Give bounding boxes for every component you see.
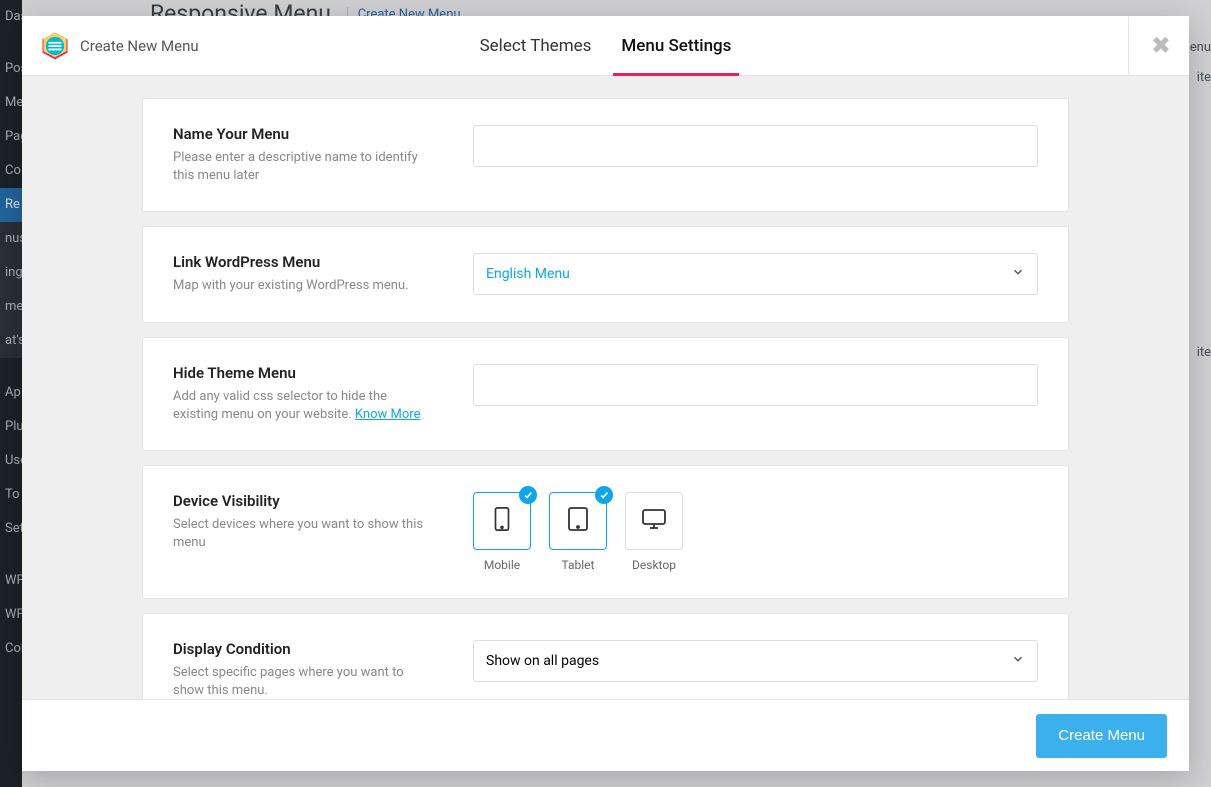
- section-link-wp-menu: Link WordPress Menu Map with your existi…: [142, 226, 1069, 322]
- device-tablet-toggle[interactable]: [549, 492, 607, 550]
- modal-title: Create New Menu: [80, 37, 199, 55]
- device-label: Desktop: [625, 558, 683, 572]
- section-display-condition: Display Condition Select specific pages …: [142, 613, 1069, 699]
- section-title: Hide Theme Menu: [173, 364, 433, 382]
- modal-tabs: Select Themes Menu Settings: [480, 16, 732, 75]
- css-selector-input[interactable]: [473, 364, 1038, 406]
- tab-select-themes[interactable]: Select Themes: [480, 16, 592, 75]
- modal-brand: Create New Menu: [22, 31, 199, 61]
- section-title: Name Your Menu: [173, 125, 433, 143]
- select-value: English Menu: [486, 266, 570, 282]
- tab-menu-settings[interactable]: Menu Settings: [621, 16, 731, 75]
- create-menu-button[interactable]: Create Menu: [1036, 714, 1167, 758]
- wp-menu-select[interactable]: English Menu: [473, 253, 1038, 295]
- tablet-icon: [566, 505, 590, 537]
- check-icon: [595, 486, 613, 504]
- check-icon: [519, 486, 537, 504]
- select-value: Show on all pages: [486, 653, 599, 669]
- modal-body: Name Your Menu Please enter a descriptiv…: [22, 76, 1189, 699]
- modal-footer: Create Menu: [22, 699, 1189, 771]
- device-desktop-toggle[interactable]: [625, 492, 683, 550]
- create-menu-modal: Create New Menu Select Themes Menu Setti…: [22, 16, 1189, 771]
- device-label: Tablet: [549, 558, 607, 572]
- know-more-link[interactable]: Know More: [355, 407, 421, 422]
- section-desc: Select specific pages where you want to …: [173, 664, 433, 699]
- mobile-icon: [492, 506, 512, 536]
- modal-header: Create New Menu Select Themes Menu Setti…: [22, 16, 1189, 76]
- section-title: Link WordPress Menu: [173, 253, 433, 271]
- section-desc: Please enter a descriptive name to ident…: [173, 149, 433, 185]
- section-desc: Select devices where you want to show th…: [173, 516, 433, 552]
- section-desc: Map with your existing WordPress menu.: [173, 277, 433, 295]
- close-icon[interactable]: ✖: [1128, 16, 1171, 75]
- section-name-menu: Name Your Menu Please enter a descriptiv…: [142, 98, 1069, 212]
- brand-logo-icon: [40, 31, 70, 61]
- display-condition-select[interactable]: Show on all pages: [473, 640, 1038, 682]
- section-device-visibility: Device Visibility Select devices where y…: [142, 465, 1069, 599]
- section-title: Display Condition: [173, 640, 433, 658]
- section-desc: Add any valid css selector to hide the e…: [173, 388, 433, 424]
- device-label: Mobile: [473, 558, 531, 572]
- chevron-down-icon: [1011, 265, 1025, 283]
- section-title: Device Visibility: [173, 492, 433, 510]
- device-mobile-toggle[interactable]: [473, 492, 531, 550]
- chevron-down-icon: [1011, 652, 1025, 670]
- menu-name-input[interactable]: [473, 125, 1038, 167]
- desktop-icon: [641, 508, 667, 534]
- section-hide-theme-menu: Hide Theme Menu Add any valid css select…: [142, 337, 1069, 451]
